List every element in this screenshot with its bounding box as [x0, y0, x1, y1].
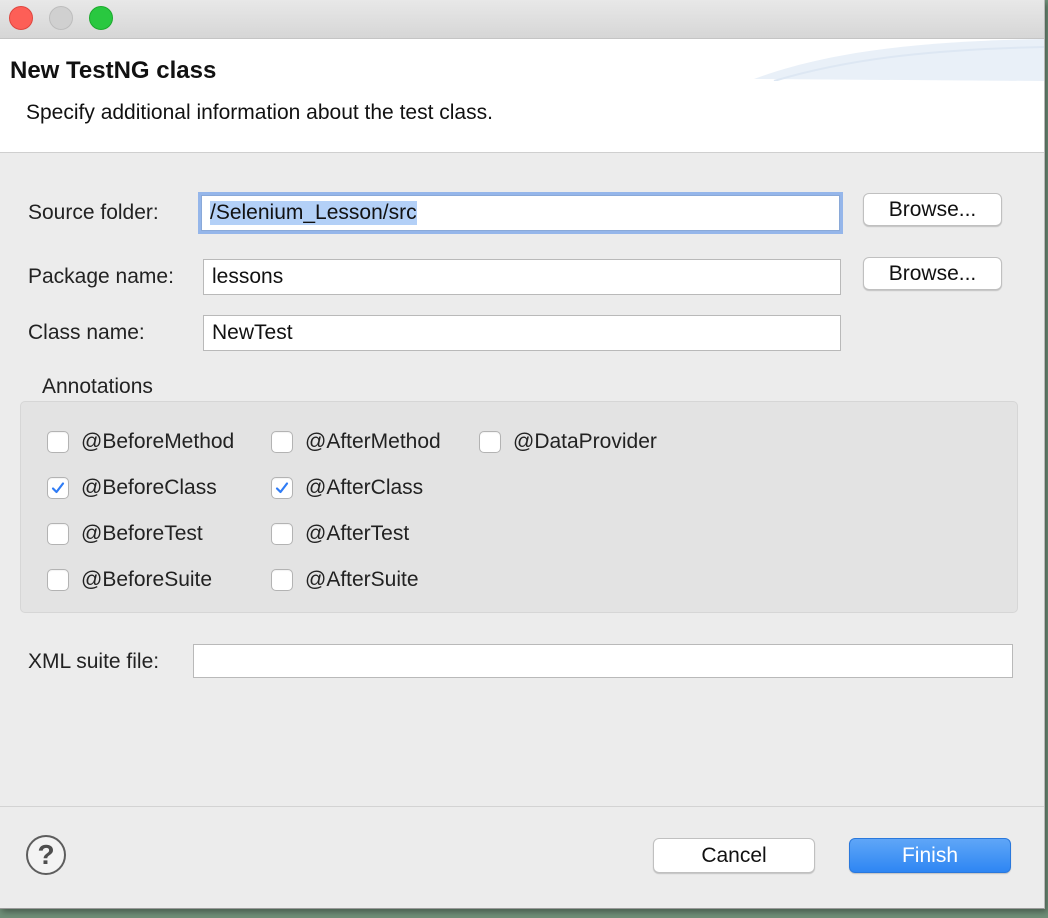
annotation-label: @AfterTest: [305, 522, 410, 545]
annotation-label: @BeforeTest: [81, 522, 203, 545]
annotation-label: @AfterMethod: [305, 430, 441, 453]
checkbox[interactable]: [271, 523, 293, 545]
checkbox[interactable]: [271, 477, 293, 499]
footer-divider: [0, 806, 1044, 807]
annotation-after-method[interactable]: @AfterMethod: [271, 430, 441, 454]
annotation-after-class[interactable]: @AfterClass: [271, 476, 423, 500]
annotation-after-test[interactable]: @AfterTest: [271, 522, 409, 546]
package-name-browse-button[interactable]: Browse...: [863, 257, 1002, 290]
page-title: New TestNG class: [10, 57, 217, 84]
source-folder-value: /Selenium_Lesson/src: [210, 201, 417, 225]
source-folder-field[interactable]: /Selenium_Lesson/src: [201, 195, 840, 231]
annotation-after-suite[interactable]: @AfterSuite: [271, 568, 419, 592]
banner-decoration-icon: [754, 39, 1044, 81]
class-name-field[interactable]: NewTest: [203, 315, 841, 351]
checkbox[interactable]: [47, 477, 69, 499]
zoom-window-button[interactable]: [89, 6, 113, 30]
annotation-label: @BeforeSuite: [81, 568, 213, 591]
class-name-label: Class name:: [28, 321, 145, 344]
annotation-before-method[interactable]: @BeforeMethod: [47, 430, 234, 454]
source-folder-label: Source folder:: [28, 201, 159, 224]
annotations-group-title: Annotations: [42, 375, 153, 398]
annotation-label: @DataProvider: [513, 430, 657, 453]
package-name-value: lessons: [212, 265, 284, 288]
checkbox[interactable]: [47, 569, 69, 591]
finish-button[interactable]: Finish: [849, 838, 1011, 873]
annotation-label: @BeforeMethod: [81, 430, 235, 453]
close-window-button[interactable]: [9, 6, 33, 30]
page-description: Specify additional information about the…: [26, 101, 493, 124]
checkbox[interactable]: [271, 431, 293, 453]
cancel-button[interactable]: Cancel: [653, 838, 815, 873]
annotation-before-class[interactable]: @BeforeClass: [47, 476, 217, 500]
package-name-label: Package name:: [28, 265, 174, 288]
xml-suite-file-label: XML suite file:: [28, 650, 160, 673]
checkmark-icon: [51, 482, 65, 494]
annotation-before-suite[interactable]: @BeforeSuite: [47, 568, 212, 592]
annotation-label: @AfterClass: [305, 476, 424, 499]
class-name-value: NewTest: [212, 321, 293, 344]
annotation-label: @AfterSuite: [305, 568, 419, 591]
package-name-field[interactable]: lessons: [203, 259, 841, 295]
checkbox[interactable]: [271, 569, 293, 591]
checkbox[interactable]: [47, 431, 69, 453]
dialog-window: New TestNG class Specify additional info…: [0, 0, 1045, 909]
checkmark-icon: [275, 482, 289, 494]
source-folder-browse-button[interactable]: Browse...: [863, 193, 1002, 226]
title-bar: [0, 0, 1044, 39]
annotation-label: @BeforeClass: [81, 476, 217, 499]
checkbox[interactable]: [47, 523, 69, 545]
annotation-before-test[interactable]: @BeforeTest: [47, 522, 203, 546]
xml-suite-file-field[interactable]: [193, 644, 1013, 678]
annotations-group: @BeforeMethod @AfterMethod @DataProvider…: [20, 401, 1018, 613]
wizard-banner: New TestNG class Specify additional info…: [0, 39, 1044, 153]
minimize-window-button[interactable]: [49, 6, 73, 30]
checkbox[interactable]: [479, 431, 501, 453]
question-circle-icon[interactable]: ?: [26, 835, 66, 875]
annotation-data-provider[interactable]: @DataProvider: [479, 430, 657, 454]
